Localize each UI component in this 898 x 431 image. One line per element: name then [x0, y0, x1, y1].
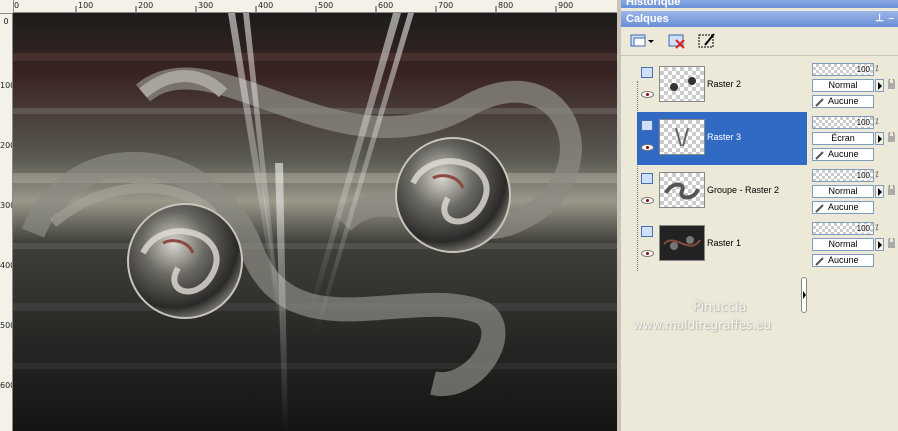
blend-mode-select[interactable]: Normal	[812, 238, 874, 251]
mask-value: Aucune	[828, 96, 859, 106]
opacity-slider[interactable]: 100	[812, 169, 874, 182]
opacity-spin-icon[interactable]: ⁒	[875, 64, 879, 73]
opacity-value: 100	[856, 65, 870, 74]
layer-name: Raster 2	[707, 79, 742, 89]
layer-props-groupe-raster-2: 100 ⁒ Normal Aucune	[809, 165, 898, 218]
blend-mode-select[interactable]: Écran	[812, 132, 874, 145]
opacity-value: 100	[856, 224, 870, 233]
watermark-author: Pinuccia	[693, 300, 747, 315]
ruler-left-label: 600	[0, 381, 12, 390]
ruler-left-label: 400	[0, 261, 12, 270]
panel-splitter-handle[interactable]	[801, 277, 807, 313]
artwork-canvas[interactable]	[13, 13, 617, 431]
lock-icon[interactable]	[887, 132, 896, 142]
lock-icon[interactable]	[887, 185, 896, 195]
ruler-top-ticks	[12, 6, 557, 12]
raster-layer-icon	[641, 120, 653, 131]
minimize-icon[interactable]: –	[888, 11, 894, 27]
ruler-corner	[0, 0, 14, 14]
layer-props-raster-2: 100 ⁒ Normal Aucune	[809, 59, 898, 112]
layer-thumbnail	[659, 66, 705, 102]
lock-icon[interactable]	[887, 238, 896, 248]
raster-layer-icon	[641, 67, 653, 78]
mask-value: Aucune	[828, 255, 859, 265]
layers-palette: Historique Calques ⊥ – Raster 2 Raster 3…	[621, 0, 898, 431]
raster-layer-icon	[641, 226, 653, 237]
mask-value: Aucune	[828, 149, 859, 159]
brush-icon	[815, 98, 824, 107]
layer-row-raster-3[interactable]: Raster 3	[637, 112, 807, 165]
ruler-left-label: 100	[0, 81, 12, 90]
canvas-area[interactable]: 0 100 200 300 400 500 600 700 800 900 0 …	[0, 0, 621, 431]
opacity-value: 100	[856, 171, 870, 180]
layer-thumbnail	[659, 172, 705, 208]
ruler-left-label: 200	[0, 141, 12, 150]
layer-props-raster-3: 100 ⁒ Écran Aucune	[809, 112, 898, 165]
pin-icon[interactable]: ⊥	[875, 11, 884, 27]
group-layer-icon	[641, 173, 653, 184]
new-layer-icon[interactable]	[629, 31, 649, 51]
visibility-eye-icon[interactable]	[641, 144, 654, 151]
ruler-left-label: 300	[0, 201, 12, 210]
layer-name: Raster 3	[707, 132, 742, 142]
visibility-eye-icon[interactable]	[641, 91, 654, 98]
opacity-value: 100	[856, 118, 870, 127]
blend-arrow-icon[interactable]	[875, 79, 884, 92]
delete-layer-icon[interactable]	[667, 31, 687, 51]
layers-toolbar	[621, 27, 898, 56]
lock-icon[interactable]	[887, 79, 896, 89]
edit-selection-icon[interactable]	[697, 31, 717, 51]
blend-arrow-icon[interactable]	[875, 238, 884, 251]
layer-thumbnail	[659, 119, 705, 155]
opacity-slider[interactable]: 100	[812, 63, 874, 76]
mask-link-field[interactable]: Aucune	[812, 201, 874, 214]
layer-row-raster-1[interactable]: Raster 1	[637, 218, 807, 271]
layer-thumbnail	[659, 225, 705, 261]
blend-arrow-icon[interactable]	[875, 132, 884, 145]
ruler-left: 0 100 200 300 400 500 600	[0, 12, 13, 431]
visibility-eye-icon[interactable]	[641, 197, 654, 204]
opacity-slider[interactable]: 100	[812, 222, 874, 235]
layers-panel-title: Calques	[626, 13, 669, 25]
blend-mode-select[interactable]: Normal	[812, 79, 874, 92]
opacity-slider[interactable]: 100	[812, 116, 874, 129]
blend-mode-select[interactable]: Normal	[812, 185, 874, 198]
watermark-url: www.maldiregraffes.eu	[633, 318, 772, 332]
mask-link-field[interactable]: Aucune	[812, 95, 874, 108]
history-panel-title[interactable]: Historique	[621, 0, 898, 8]
layer-row-raster-2[interactable]: Raster 2	[637, 59, 807, 112]
layers-panel-titlebar[interactable]: Calques ⊥ –	[621, 11, 898, 27]
layer-name: Groupe - Raster 2	[707, 185, 780, 195]
visibility-eye-icon[interactable]	[641, 250, 654, 257]
blend-arrow-icon[interactable]	[875, 185, 884, 198]
ruler-top: 0 100 200 300 400 500 600 700 800 900	[0, 0, 620, 13]
mask-link-field[interactable]: Aucune	[812, 148, 874, 161]
brush-icon	[815, 257, 824, 266]
opacity-spin-icon[interactable]: ⁒	[875, 170, 879, 179]
opacity-spin-icon[interactable]: ⁒	[875, 117, 879, 126]
layers-list: Raster 2 Raster 3 Groupe - Raster 2 Rast…	[629, 55, 807, 273]
mask-link-field[interactable]: Aucune	[812, 254, 874, 267]
dropdown-arrow-icon[interactable]	[647, 31, 655, 51]
layer-properties: 100 ⁒ Normal Aucune 100 ⁒ Écran Aucune 1…	[809, 55, 898, 273]
layer-row-groupe-raster-2[interactable]: Groupe - Raster 2	[637, 165, 807, 218]
brush-icon	[815, 204, 824, 213]
artwork-image	[13, 13, 617, 431]
brush-icon	[815, 151, 824, 160]
layer-name: Raster 1	[707, 238, 742, 248]
layer-props-raster-1: 100 ⁒ Normal Aucune	[809, 218, 898, 271]
mask-value: Aucune	[828, 202, 859, 212]
opacity-spin-icon[interactable]: ⁒	[875, 223, 879, 232]
ruler-left-label: 500	[0, 321, 12, 330]
ruler-left-label: 0	[3, 17, 9, 26]
